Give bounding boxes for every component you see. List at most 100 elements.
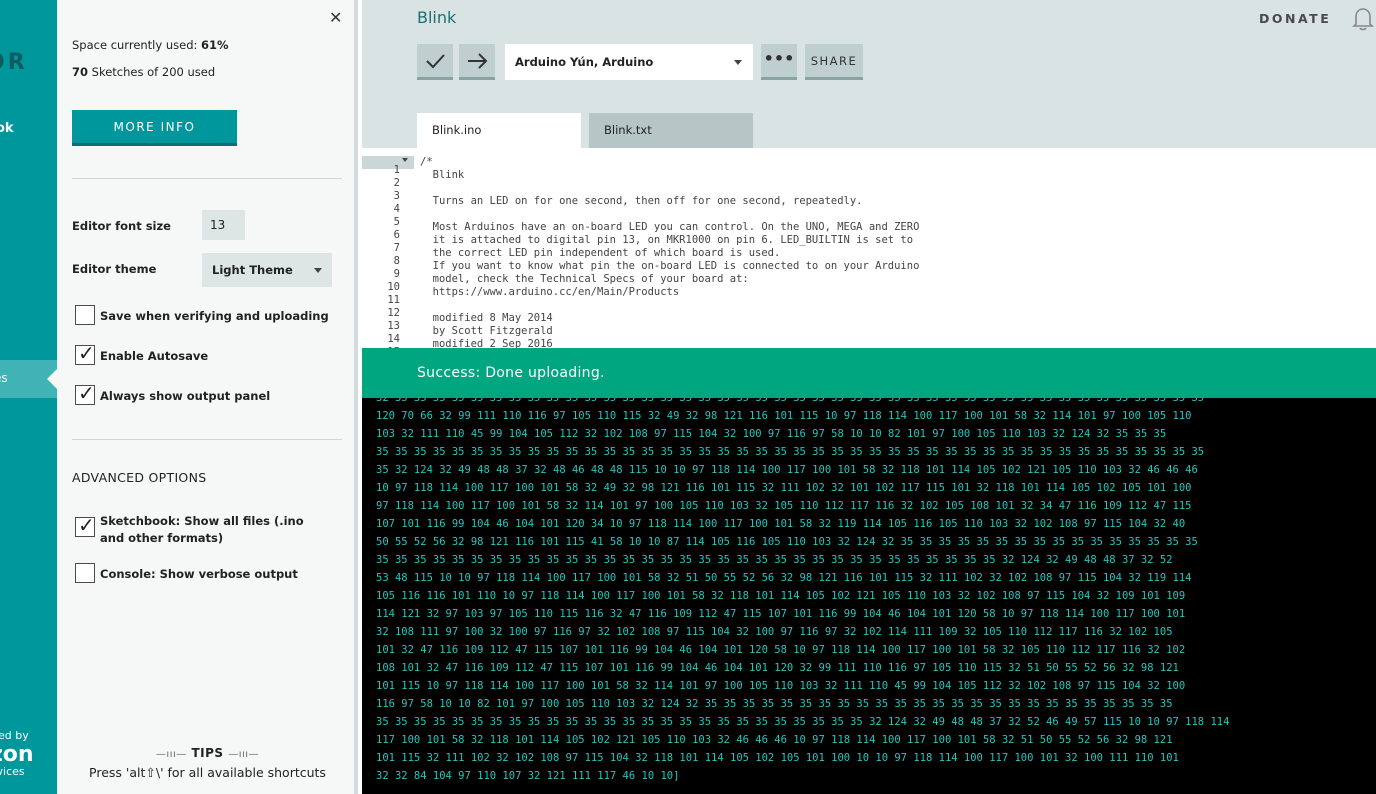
tab-blink-ino[interactable]: Blink.ino	[417, 113, 581, 148]
code-line: If you want to know what pin the on-boar…	[420, 260, 920, 272]
divider	[72, 439, 342, 440]
line-number: 1	[393, 164, 400, 176]
verify-button[interactable]	[417, 44, 453, 80]
console-line: 35 35 35 35 35 35 35 35 35 35 35 35 35 3…	[376, 716, 1230, 728]
powered-by-logo: zon	[0, 742, 34, 767]
powered-by: ed by zon rvices	[0, 730, 34, 778]
autosave-label: Enable Autosave	[100, 349, 209, 363]
app-root: OR ok es ed by zon rvices ✕ Space curren…	[0, 0, 1376, 794]
font-size-label: Editor font size	[72, 219, 171, 233]
space-usage-value: 61%	[201, 38, 229, 52]
code-line: /*	[420, 156, 433, 168]
console-line: 35 35 35 35 35 35 35 35 35 35 35 35 35 3…	[376, 446, 1205, 458]
sketches-usage: 70 Sketches of 200 used	[72, 65, 215, 79]
show-output-label: Always show output panel	[100, 389, 271, 403]
share-button[interactable]: SHARE	[805, 44, 863, 80]
console-line: 101 32 47 116 109 112 47 115 107 101 116…	[376, 644, 1186, 656]
line-number: 9	[393, 268, 400, 280]
code-line: by Scott Fitzgerald	[420, 325, 553, 337]
chevron-down-icon	[314, 268, 322, 273]
console-line: 10 97 118 114 100 117 100 101 58 32 49 3…	[376, 482, 1192, 494]
save-on-verify-label: Save when verifying and uploading	[100, 309, 329, 323]
tips-heading: —ııı— TIPS —ııı—	[57, 746, 358, 760]
panel-pointer	[47, 369, 57, 389]
console-line: 114 121 32 97 103 97 105 110 115 116 32 …	[376, 608, 1186, 620]
chevron-down-icon	[734, 60, 742, 65]
line-number: 10	[387, 281, 400, 293]
status-bar: Success: Done uploading.	[362, 348, 1376, 398]
console-line: 103 32 111 110 45 99 104 105 112 32 102 …	[376, 428, 1167, 440]
verbose-output-label: Console: Show verbose output	[100, 567, 298, 581]
line-number: 14	[387, 333, 400, 345]
output-console[interactable]: 32 35 35 35 35 35 35 35 35 35 35 35 35 3…	[362, 398, 1376, 794]
more-icon: •••	[763, 49, 795, 68]
console-line: 116 97 58 10 10 82 101 97 100 105 110 10…	[376, 698, 1173, 710]
powered-by-logo-sub: rvices	[0, 765, 25, 778]
show-output-checkbox[interactable]: ✓	[75, 381, 95, 405]
checkmark-icon	[426, 54, 445, 69]
show-all-files-checkbox[interactable]: ✓	[75, 513, 95, 537]
tips-left-decoration-icon: —ııı—	[155, 749, 187, 760]
line-number: 6	[393, 229, 400, 241]
console-line: 35 32 124 32 49 48 48 37 32 48 46 48 48 …	[376, 464, 1198, 476]
more-options-button[interactable]: •••	[761, 44, 797, 80]
powered-by-text: ed by	[0, 729, 29, 742]
code-line: Most Arduinos have an on-board LED you c…	[420, 221, 920, 233]
board-select-value: Arduino Yún, Arduino	[515, 55, 654, 69]
rail-item-sketchbook[interactable]: ok	[0, 121, 14, 136]
console-line: 120 70 66 32 99 111 110 116 97 105 110 1…	[376, 410, 1192, 422]
preferences-panel: ✕ Space currently used: 61% 70 Sketches …	[47, 0, 358, 794]
font-size-input[interactable]: 13	[202, 210, 245, 240]
close-icon[interactable]: ✕	[329, 8, 342, 27]
more-info-button[interactable]: MORE INFO	[72, 110, 237, 146]
tab-blink-txt[interactable]: Blink.txt	[589, 113, 753, 148]
code-line: model, check the Technical Specs of your…	[420, 273, 749, 285]
console-line: 53 48 115 10 10 97 118 114 100 117 100 1…	[376, 572, 1192, 584]
checkmark-icon: ✓	[78, 381, 95, 405]
theme-select-value: Light Theme	[212, 263, 293, 277]
line-number: 7	[393, 242, 400, 254]
save-on-verify-checkbox[interactable]	[75, 305, 95, 325]
code-line: modified 8 May 2014	[420, 312, 553, 324]
sketch-title[interactable]: Blink	[417, 8, 456, 27]
line-number: 3	[393, 190, 400, 202]
code-line: Turns an LED on for one second, then off…	[420, 195, 863, 207]
sketches-count: 70	[72, 65, 89, 79]
code-line: Blink	[420, 169, 465, 181]
console-line: 32 35 35 35 35 35 35 35 35 35 35 35 35 3…	[376, 398, 1205, 404]
line-number: 4	[393, 203, 400, 215]
upload-button[interactable]	[459, 44, 495, 80]
verbose-output-checkbox[interactable]	[75, 563, 95, 583]
divider	[72, 178, 342, 179]
console-line: 32 108 111 97 100 32 100 97 116 97 32 10…	[376, 626, 1173, 638]
theme-label: Editor theme	[72, 262, 157, 276]
line-number: 12	[387, 307, 400, 319]
tips-text: Press 'alt⇧\' for all available shortcut…	[89, 765, 326, 780]
tips-right-decoration-icon: —ııı—	[228, 749, 260, 760]
code-line: it is attached to digital pin 13, on MKR…	[420, 234, 914, 246]
theme-select[interactable]: Light Theme	[202, 253, 332, 287]
space-usage-label: Space currently used:	[72, 38, 202, 52]
tips-title: TIPS	[191, 746, 224, 760]
line-number: 5	[393, 216, 400, 228]
editor-area: Blink DONATE Arduino Yún, Arduino ••• SH…	[362, 0, 1376, 794]
console-line: 50 55 52 56 32 98 121 116 101 115 41 58 …	[376, 536, 1198, 548]
code-line: modified 2 Sep 2016	[420, 338, 553, 348]
status-message: Success: Done uploading.	[417, 365, 605, 381]
line-number: 11	[387, 294, 400, 306]
line-number: 13	[387, 320, 400, 332]
advanced-options-heading: ADVANCED OPTIONS	[72, 470, 207, 485]
donate-button[interactable]: DONATE	[1259, 11, 1331, 26]
show-all-files-label: Sketchbook: Show all files (.ino and oth…	[100, 514, 304, 545]
line-number-gutter: 123456789101112131415	[362, 156, 414, 348]
autosave-checkbox[interactable]: ✓	[75, 341, 95, 365]
space-usage: Space currently used: 61%	[72, 38, 229, 52]
checkmark-icon: ✓	[78, 341, 95, 365]
board-select[interactable]: Arduino Yún, Arduino	[505, 44, 753, 80]
console-line: 105 116 116 101 110 10 97 118 114 100 11…	[376, 590, 1186, 602]
line-number: 8	[393, 255, 400, 267]
bell-icon[interactable]	[1352, 7, 1374, 31]
sketches-usage-text: Sketches of 200 used	[88, 65, 216, 79]
code-line: https://www.arduino.cc/en/Main/Products	[420, 286, 680, 298]
code-editor[interactable]: 123456789101112131415 /* Blink Turns an …	[362, 148, 1376, 348]
